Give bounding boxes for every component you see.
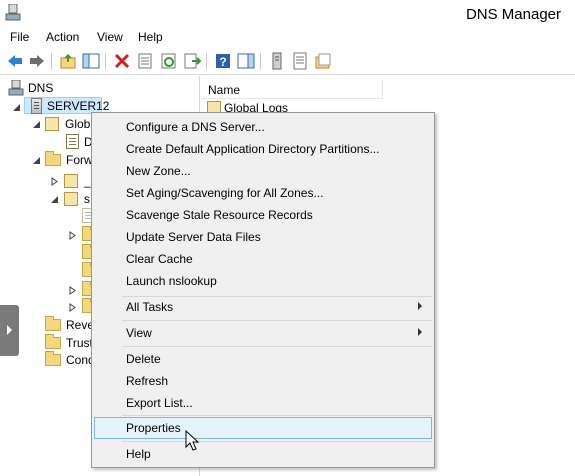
tree-item-subfolder[interactable] xyxy=(66,226,98,244)
menu-action[interactable]: Action xyxy=(46,30,79,44)
tree-item-subfolder[interactable] xyxy=(66,262,98,280)
context-menu: Configure a DNS Server... Create Default… xyxy=(91,112,435,468)
menu-item-label: Clear Cache xyxy=(126,252,193,266)
collapse-chevron-icon[interactable] xyxy=(50,195,59,204)
menu-item-create-default-partitions[interactable]: Create Default Application Directory Par… xyxy=(94,138,432,160)
menu-item-label: Update Server Data Files xyxy=(126,230,261,244)
menu-item-set-aging-scavenging[interactable]: Set Aging/Scavenging for All Zones... xyxy=(94,182,432,204)
folder-icon xyxy=(45,334,61,349)
title-bar: DNS Manager xyxy=(0,0,575,28)
menu-item-label: Configure a DNS Server... xyxy=(126,120,265,134)
expand-chevron-icon[interactable] xyxy=(50,177,59,186)
server-icon[interactable] xyxy=(268,52,286,70)
dns-icon xyxy=(8,80,24,96)
tree-label: _ xyxy=(84,174,91,188)
tree-label: Forw xyxy=(66,153,93,167)
menu-separator xyxy=(122,441,432,442)
menu-item-delete[interactable]: Delete xyxy=(94,348,432,370)
tree-item-subfolder[interactable] xyxy=(66,244,98,262)
toolbar: ? xyxy=(0,48,575,75)
tree-item-dns[interactable]: DNS xyxy=(0,80,200,97)
zone-icon xyxy=(64,174,78,188)
toolbar-separator xyxy=(206,53,207,70)
pane-collapse-handle[interactable] xyxy=(0,305,19,356)
menu-item-clear-cache[interactable]: Clear Cache xyxy=(94,248,432,270)
svg-text:?: ? xyxy=(219,55,226,69)
menu-item-scavenge-stale-records[interactable]: Scavenge Stale Resource Records xyxy=(94,204,432,226)
collapse-chevron-icon[interactable] xyxy=(32,156,41,165)
menu-file[interactable]: File xyxy=(10,30,29,44)
menu-item-label: Properties xyxy=(126,421,181,435)
global-logs-icon xyxy=(45,117,59,131)
tree-label: Trust xyxy=(66,336,93,350)
toolbar-separator xyxy=(260,53,261,70)
expand-chevron-icon[interactable] xyxy=(68,231,77,240)
menu-item-view[interactable]: View xyxy=(94,322,432,344)
menu-bar: File Action View Help xyxy=(0,28,575,48)
refresh-icon[interactable] xyxy=(160,52,178,70)
expand-chevron-icon[interactable] xyxy=(68,286,77,295)
export-icon[interactable] xyxy=(183,52,201,70)
menu-separator xyxy=(122,320,432,321)
tree-item-subfolder[interactable] xyxy=(66,281,98,299)
delete-icon[interactable] xyxy=(113,52,131,70)
menu-item-update-server-data-files[interactable]: Update Server Data Files xyxy=(94,226,432,248)
tree-label: s xyxy=(84,192,90,206)
tree-label: SERVER12 xyxy=(47,99,110,113)
forward-arrow-icon[interactable] xyxy=(28,52,46,70)
folder-icon xyxy=(45,151,61,166)
show-hide-tree-icon[interactable] xyxy=(82,52,100,70)
collapse-chevron-icon[interactable] xyxy=(12,103,21,112)
toolbar-separator xyxy=(105,53,106,70)
menu-item-launch-nslookup[interactable]: Launch nslookup xyxy=(94,270,432,292)
server-icon xyxy=(31,98,42,114)
toolbar-separator xyxy=(51,53,52,70)
menu-item-label: Help xyxy=(126,447,151,461)
help-icon[interactable]: ? xyxy=(214,52,232,70)
menu-item-configure-dns-server[interactable]: Configure a DNS Server... xyxy=(94,116,432,138)
tree-item-subfolder[interactable] xyxy=(66,298,98,316)
menu-item-help[interactable]: Help xyxy=(94,443,432,465)
menu-separator xyxy=(122,415,432,416)
submenu-arrow-icon xyxy=(418,302,422,310)
menu-item-refresh[interactable]: Refresh xyxy=(94,370,432,392)
back-arrow-icon[interactable] xyxy=(6,52,24,70)
log-icon[interactable] xyxy=(291,52,309,70)
expand-chevron-icon[interactable] xyxy=(68,303,77,312)
folder-icon xyxy=(45,316,61,331)
menu-item-label: All Tasks xyxy=(126,300,174,314)
menu-item-label: Create Default Application Directory Par… xyxy=(126,142,380,156)
menu-item-label: Launch nslookup xyxy=(126,274,217,288)
tree-label: DNS xyxy=(28,81,54,95)
log-icon xyxy=(66,134,79,149)
tree-label: Glob xyxy=(65,117,91,131)
menu-help[interactable]: Help xyxy=(138,30,163,44)
column-header-name[interactable]: Name xyxy=(201,80,383,99)
action-pane-icon[interactable] xyxy=(237,52,255,70)
menu-item-new-zone[interactable]: New Zone... xyxy=(94,160,432,182)
collapse-chevron-icon[interactable] xyxy=(32,120,41,129)
menu-item-export-list[interactable]: Export List... xyxy=(94,392,432,414)
folder-icon xyxy=(45,351,61,366)
menu-separator xyxy=(122,346,432,347)
menu-view[interactable]: View xyxy=(97,30,123,44)
up-folder-icon[interactable] xyxy=(59,52,77,70)
window-title: DNS Manager xyxy=(465,6,561,23)
properties-icon[interactable] xyxy=(136,52,154,70)
menu-item-label: Scavenge Stale Resource Records xyxy=(126,208,313,222)
mouse-pointer-icon xyxy=(185,430,200,451)
submenu-arrow-icon xyxy=(418,328,422,336)
zone-icon xyxy=(64,192,78,206)
tree-label: Reve xyxy=(66,318,95,332)
folder-icon[interactable] xyxy=(314,52,332,70)
menu-item-label: Refresh xyxy=(126,374,169,388)
menu-item-label: Delete xyxy=(126,352,161,366)
menu-item-label: New Zone... xyxy=(126,164,191,178)
menu-item-label: Export List... xyxy=(126,396,193,410)
menu-item-properties[interactable]: Properties xyxy=(94,417,432,439)
menu-item-label: View xyxy=(126,326,152,340)
menu-item-all-tasks[interactable]: All Tasks xyxy=(94,296,432,318)
menu-item-label: Set Aging/Scavenging for All Zones... xyxy=(126,186,324,200)
